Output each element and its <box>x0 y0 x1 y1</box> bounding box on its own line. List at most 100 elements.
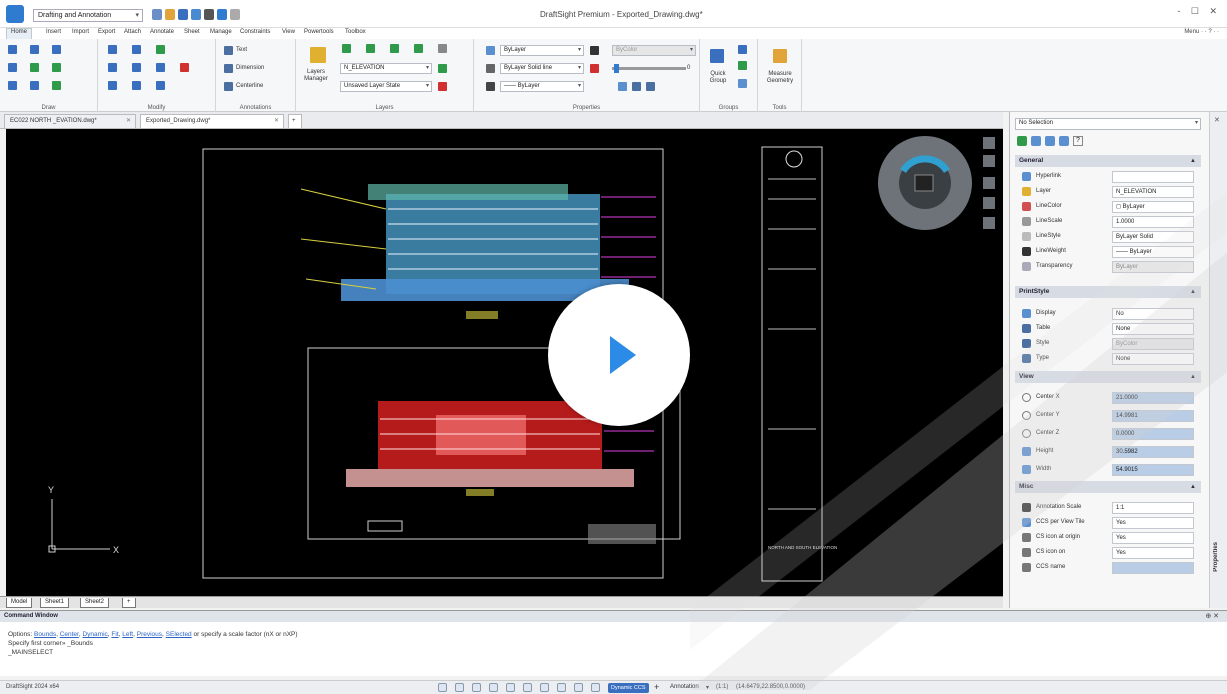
center-z-field[interactable]: 0.0000 <box>1112 428 1194 440</box>
properties-palette-icon[interactable] <box>618 82 627 91</box>
transparency-slider[interactable] <box>612 67 686 70</box>
layers-manager-icon[interactable] <box>310 47 326 63</box>
centerline-icon[interactable] <box>224 82 233 91</box>
undo-icon[interactable] <box>217 9 227 20</box>
video-play-button[interactable] <box>548 284 690 426</box>
hyperlink-field[interactable] <box>1112 171 1194 183</box>
doc-tab-exported-drawing[interactable]: Exported_Drawing.dwg* ✕ <box>140 114 284 128</box>
center-x-field[interactable]: 21.0000 <box>1112 392 1194 404</box>
text-icon[interactable] <box>224 46 233 55</box>
save-as-icon[interactable] <box>191 9 201 20</box>
height-field[interactable]: 30.5982 <box>1112 446 1194 458</box>
copy-properties-icon[interactable] <box>646 82 655 91</box>
quickinput-icon[interactable] <box>557 683 566 692</box>
lineweight-field[interactable]: —— ByLayer <box>1112 246 1194 258</box>
move-icon[interactable] <box>156 45 165 54</box>
transparency-field[interactable]: ByLayer <box>1112 261 1194 273</box>
table-icon[interactable] <box>30 81 39 90</box>
lineweight-toggle-icon[interactable] <box>540 683 549 692</box>
option-dynamic[interactable]: Dynamic <box>82 631 107 638</box>
option-bounds[interactable]: Bounds <box>34 631 56 638</box>
point-icon[interactable] <box>52 81 61 90</box>
annotation-scale-field[interactable]: 1:1 <box>1112 502 1194 514</box>
layer-freeze-icon[interactable] <box>390 44 399 53</box>
polyline-icon[interactable] <box>30 45 39 54</box>
toggle-pickadd-icon[interactable] <box>1045 136 1055 146</box>
close-icon[interactable]: ✕ <box>126 115 131 127</box>
window-controls[interactable]: - ☐ ✕ <box>1177 6 1221 17</box>
tab-import[interactable]: Import <box>72 29 89 35</box>
lineweight-combo[interactable]: —— ByLayer <box>500 81 584 92</box>
erase-icon[interactable] <box>180 63 189 72</box>
lineweight-display-icon[interactable] <box>590 46 599 55</box>
close-icon[interactable]: ✕ <box>274 115 279 127</box>
ccs-per-view-field[interactable]: Yes <box>1112 517 1194 529</box>
dimension-icon[interactable] <box>224 64 233 73</box>
linestyle-field[interactable]: ByLayer Solid <box>1112 231 1194 243</box>
centerline-button[interactable]: Centerline <box>236 83 263 89</box>
option-selected[interactable]: SElected <box>166 631 192 638</box>
tab-powertools[interactable]: Powertools <box>304 29 334 35</box>
table-field[interactable]: None <box>1112 323 1194 335</box>
ortho-icon[interactable] <box>472 683 481 692</box>
match-properties-icon[interactable] <box>486 46 495 55</box>
layers-manager-button[interactable]: Layers Manager <box>302 69 330 83</box>
ccs-name-field[interactable] <box>1112 562 1194 574</box>
save-icon[interactable] <box>178 9 188 20</box>
tab-home[interactable]: Home <box>6 28 33 39</box>
tab-insert[interactable]: Insert <box>46 29 61 35</box>
layer-isolate-icon[interactable] <box>366 44 375 53</box>
dimension-button[interactable]: Dimension <box>236 65 264 71</box>
etrack-icon[interactable] <box>523 683 532 692</box>
measure-geometry-button[interactable]: Measure Geometry <box>762 71 798 85</box>
layer-walk-icon[interactable] <box>438 44 447 53</box>
tab-export[interactable]: Export <box>98 29 115 35</box>
lineweight-icon[interactable] <box>486 82 495 91</box>
command-input-line[interactable]: _MAINSELECT <box>8 649 53 656</box>
view-navigation-wheel[interactable] <box>878 136 972 230</box>
linestyle-combo[interactable]: ByLayer Solid line <box>500 63 584 74</box>
quick-group-button[interactable]: Quick Group <box>706 71 730 85</box>
mirror-icon[interactable] <box>108 63 117 72</box>
offset-icon[interactable] <box>132 63 141 72</box>
rectangle-icon[interactable] <box>8 63 17 72</box>
sheet-tab-sheet2[interactable]: Sheet2 <box>80 598 110 608</box>
add-sheet-button[interactable]: + <box>122 598 136 608</box>
linestyle-icon[interactable] <box>486 64 495 73</box>
select-objects-icon[interactable] <box>1031 136 1041 146</box>
tab-constraints[interactable]: Constraints <box>240 29 270 35</box>
tab-annotate[interactable]: Annotate <box>150 29 174 35</box>
tab-toolbox[interactable]: Toolbox <box>345 29 366 35</box>
option-previous[interactable]: Previous <box>137 631 162 638</box>
transparency-slider-thumb[interactable] <box>614 64 619 73</box>
print-icon[interactable] <box>204 9 214 20</box>
3d-snap-icon[interactable] <box>591 683 600 692</box>
new-file-icon[interactable] <box>152 9 162 20</box>
annotation-scale-value[interactable]: (1:1) <box>716 684 728 690</box>
sheet-tab-sheet1[interactable]: Sheet1 <box>40 598 70 608</box>
measure-icon[interactable] <box>773 49 787 63</box>
line-icon[interactable] <box>8 45 17 54</box>
group-add-icon[interactable] <box>738 45 747 54</box>
select-cycle-icon[interactable] <box>574 683 583 692</box>
copy-icon[interactable] <box>156 63 165 72</box>
hatch-icon[interactable] <box>30 63 39 72</box>
workspace-select[interactable]: Drafting and Annotation <box>33 9 143 22</box>
help-icon[interactable]: ? <box>1073 136 1083 146</box>
tab-manage[interactable]: Manage <box>210 29 232 35</box>
text-button[interactable]: Text <box>236 47 247 53</box>
command-window-controls[interactable]: ⊕ ✕ <box>1205 612 1219 620</box>
stretch-icon[interactable] <box>132 81 141 90</box>
array-icon[interactable] <box>132 45 141 54</box>
app-logo-icon[interactable] <box>6 5 24 23</box>
rotate-icon[interactable] <box>108 81 117 90</box>
grid-icon[interactable] <box>455 683 464 692</box>
selection-combo[interactable]: No Selection <box>1015 118 1201 130</box>
tab-view[interactable]: View <box>282 29 295 35</box>
region-icon[interactable] <box>52 63 61 72</box>
properties-rail-tab[interactable]: Properties <box>1213 542 1219 572</box>
layer-field[interactable]: N_ELEVATION <box>1112 186 1194 198</box>
annotation-scale-dropdown[interactable]: ▾ <box>706 684 709 691</box>
center-y-field[interactable]: 14.9981 <box>1112 410 1194 422</box>
snap-icon[interactable] <box>438 683 447 692</box>
